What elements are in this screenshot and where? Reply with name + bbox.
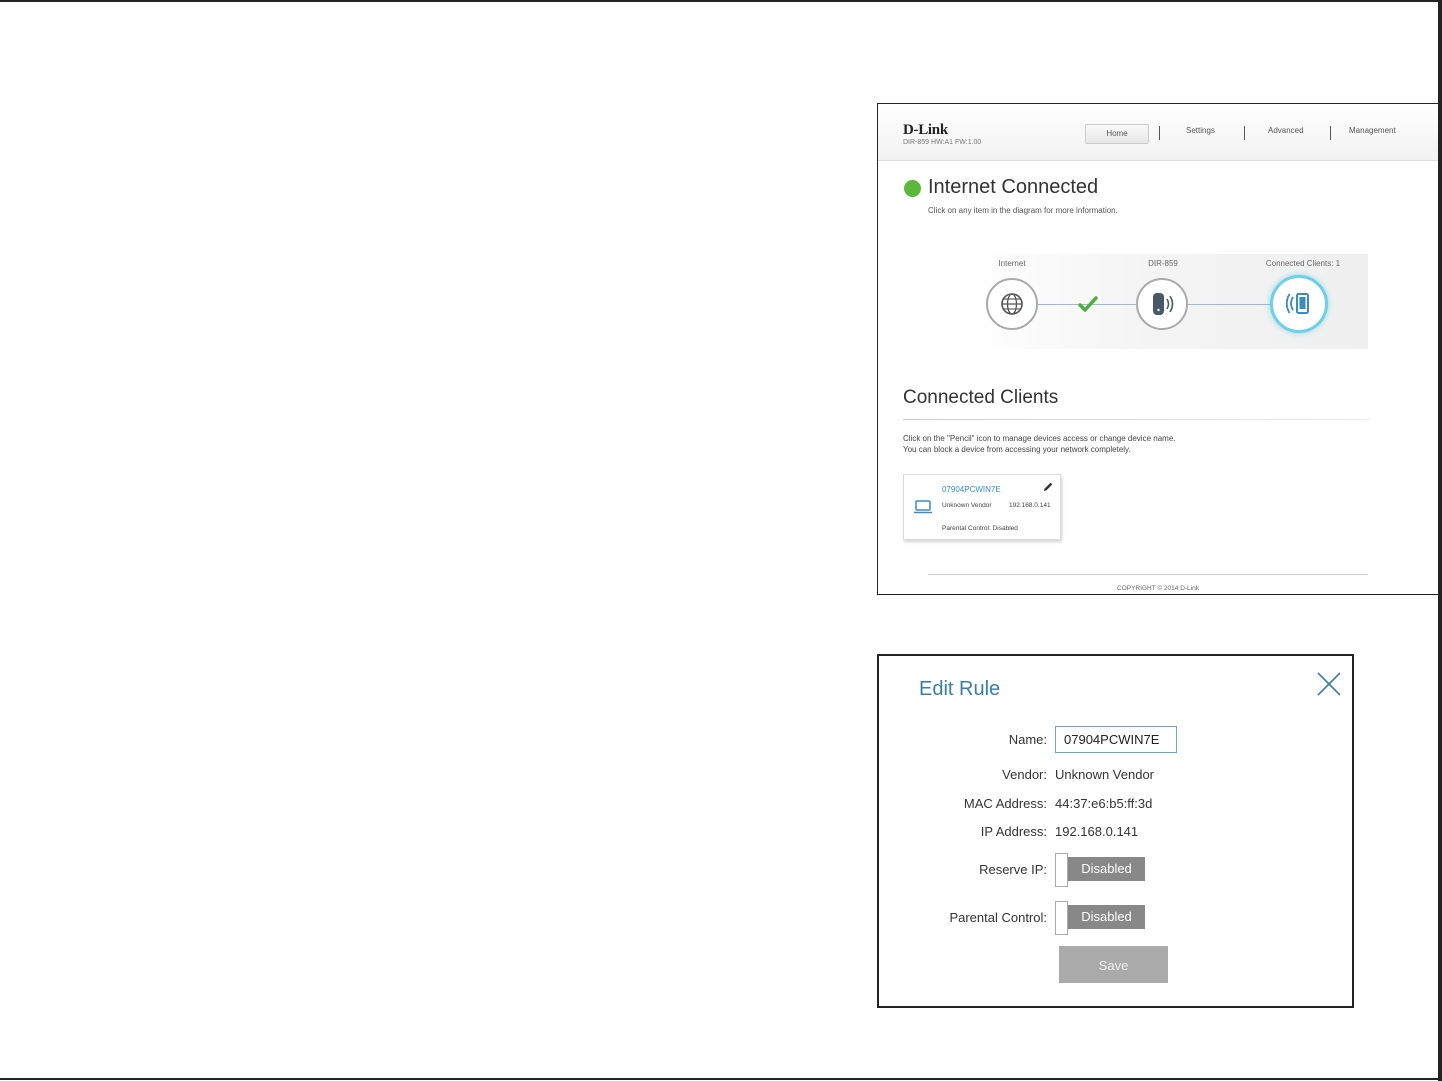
router-node[interactable] (1136, 278, 1188, 330)
status-title: Internet Connected (928, 176, 1099, 198)
globe-icon (1001, 293, 1023, 315)
client-vendor: Unknown Vendor (942, 502, 992, 509)
clients-help-text: Click on the "Pencil" icon to manage dev… (903, 434, 1176, 443)
status-indicator (904, 180, 921, 197)
section-divider (903, 419, 1371, 420)
parental-control-toggle[interactable]: Disabled (1055, 901, 1147, 935)
clients-node-label: Connected Clients: 1 (1265, 259, 1341, 268)
dlink-logo: D-Link (903, 122, 948, 138)
ip-address-value: 192.168.0.141 (1055, 824, 1139, 839)
client-parental-control: Parental Control: Disabled (942, 525, 1018, 532)
tab-settings[interactable]: Settings (1186, 126, 1215, 135)
parental-control-state: Disabled (1068, 905, 1145, 929)
connected-check-icon (1078, 296, 1098, 312)
dialog-title: Edit Rule (919, 678, 1001, 700)
page-bottom-rule (0, 1078, 1442, 1080)
name-label: Name: (1008, 732, 1047, 747)
router-home-screenshot: D-Link DIR-859 HW:A1 FW:1.00 Home Settin… (877, 103, 1439, 595)
save-button[interactable]: Save (1059, 946, 1168, 983)
tab-advanced[interactable]: Advanced (1268, 126, 1304, 135)
close-icon[interactable] (1315, 670, 1343, 698)
router-header: D-Link DIR-859 HW:A1 FW:1.00 Home Settin… (878, 104, 1438, 161)
reserve-ip-toggle[interactable]: Disabled (1055, 853, 1147, 887)
status-subtitle: Click on any item in the diagram for mor… (928, 206, 1118, 215)
tab-home[interactable]: Home (1085, 124, 1149, 144)
nav-separator (1330, 126, 1331, 140)
internet-node[interactable] (986, 278, 1038, 330)
copyright: COPYRIGHT © 2014 D-Link (1117, 585, 1199, 592)
name-input[interactable] (1055, 726, 1177, 753)
mac-address-value: 44:37:e6:b5:ff:3d (1055, 796, 1153, 811)
footer-divider (928, 574, 1368, 575)
internet-node-label: Internet (998, 259, 1026, 268)
client-ip: 192.168.0.141 (1009, 502, 1051, 509)
nav-separator (1159, 126, 1160, 140)
router-clients-link (1188, 304, 1272, 305)
vendor-label: Vendor: (1002, 767, 1047, 782)
device-info: DIR-859 HW:A1 FW:1.00 (903, 139, 982, 146)
tab-management[interactable]: Management (1349, 126, 1396, 135)
router-node-label: DIR-859 (1148, 259, 1178, 268)
client-card[interactable]: 07904PCWIN7E Unknown Vendor 192.168.0.14… (903, 474, 1061, 540)
wireless-device-icon (1285, 293, 1309, 314)
pencil-icon[interactable] (1042, 481, 1054, 493)
parental-control-label: Parental Control: (949, 910, 1047, 925)
connected-clients-node[interactable] (1270, 275, 1328, 333)
mac-address-label: MAC Address: (963, 796, 1047, 811)
connected-clients-title: Connected Clients (903, 387, 1059, 408)
ip-address-label: IP Address: (980, 824, 1047, 839)
reserve-ip-label: Reserve IP: (979, 862, 1047, 877)
nav-separator (1244, 126, 1245, 140)
reserve-ip-state: Disabled (1068, 857, 1145, 881)
page-top-rule (0, 0, 1442, 2)
router-icon (1153, 293, 1174, 315)
client-name: 07904PCWIN7E (942, 485, 1001, 494)
edit-rule-dialog: Edit Rule Name: Vendor: Unknown Vendor M… (877, 654, 1354, 1008)
toggle-knob (1055, 853, 1068, 887)
clients-help-text: You can block a device from accessing yo… (903, 445, 1131, 454)
vendor-value: Unknown Vendor (1055, 767, 1155, 782)
laptop-icon (914, 500, 932, 514)
toggle-knob (1055, 901, 1068, 935)
